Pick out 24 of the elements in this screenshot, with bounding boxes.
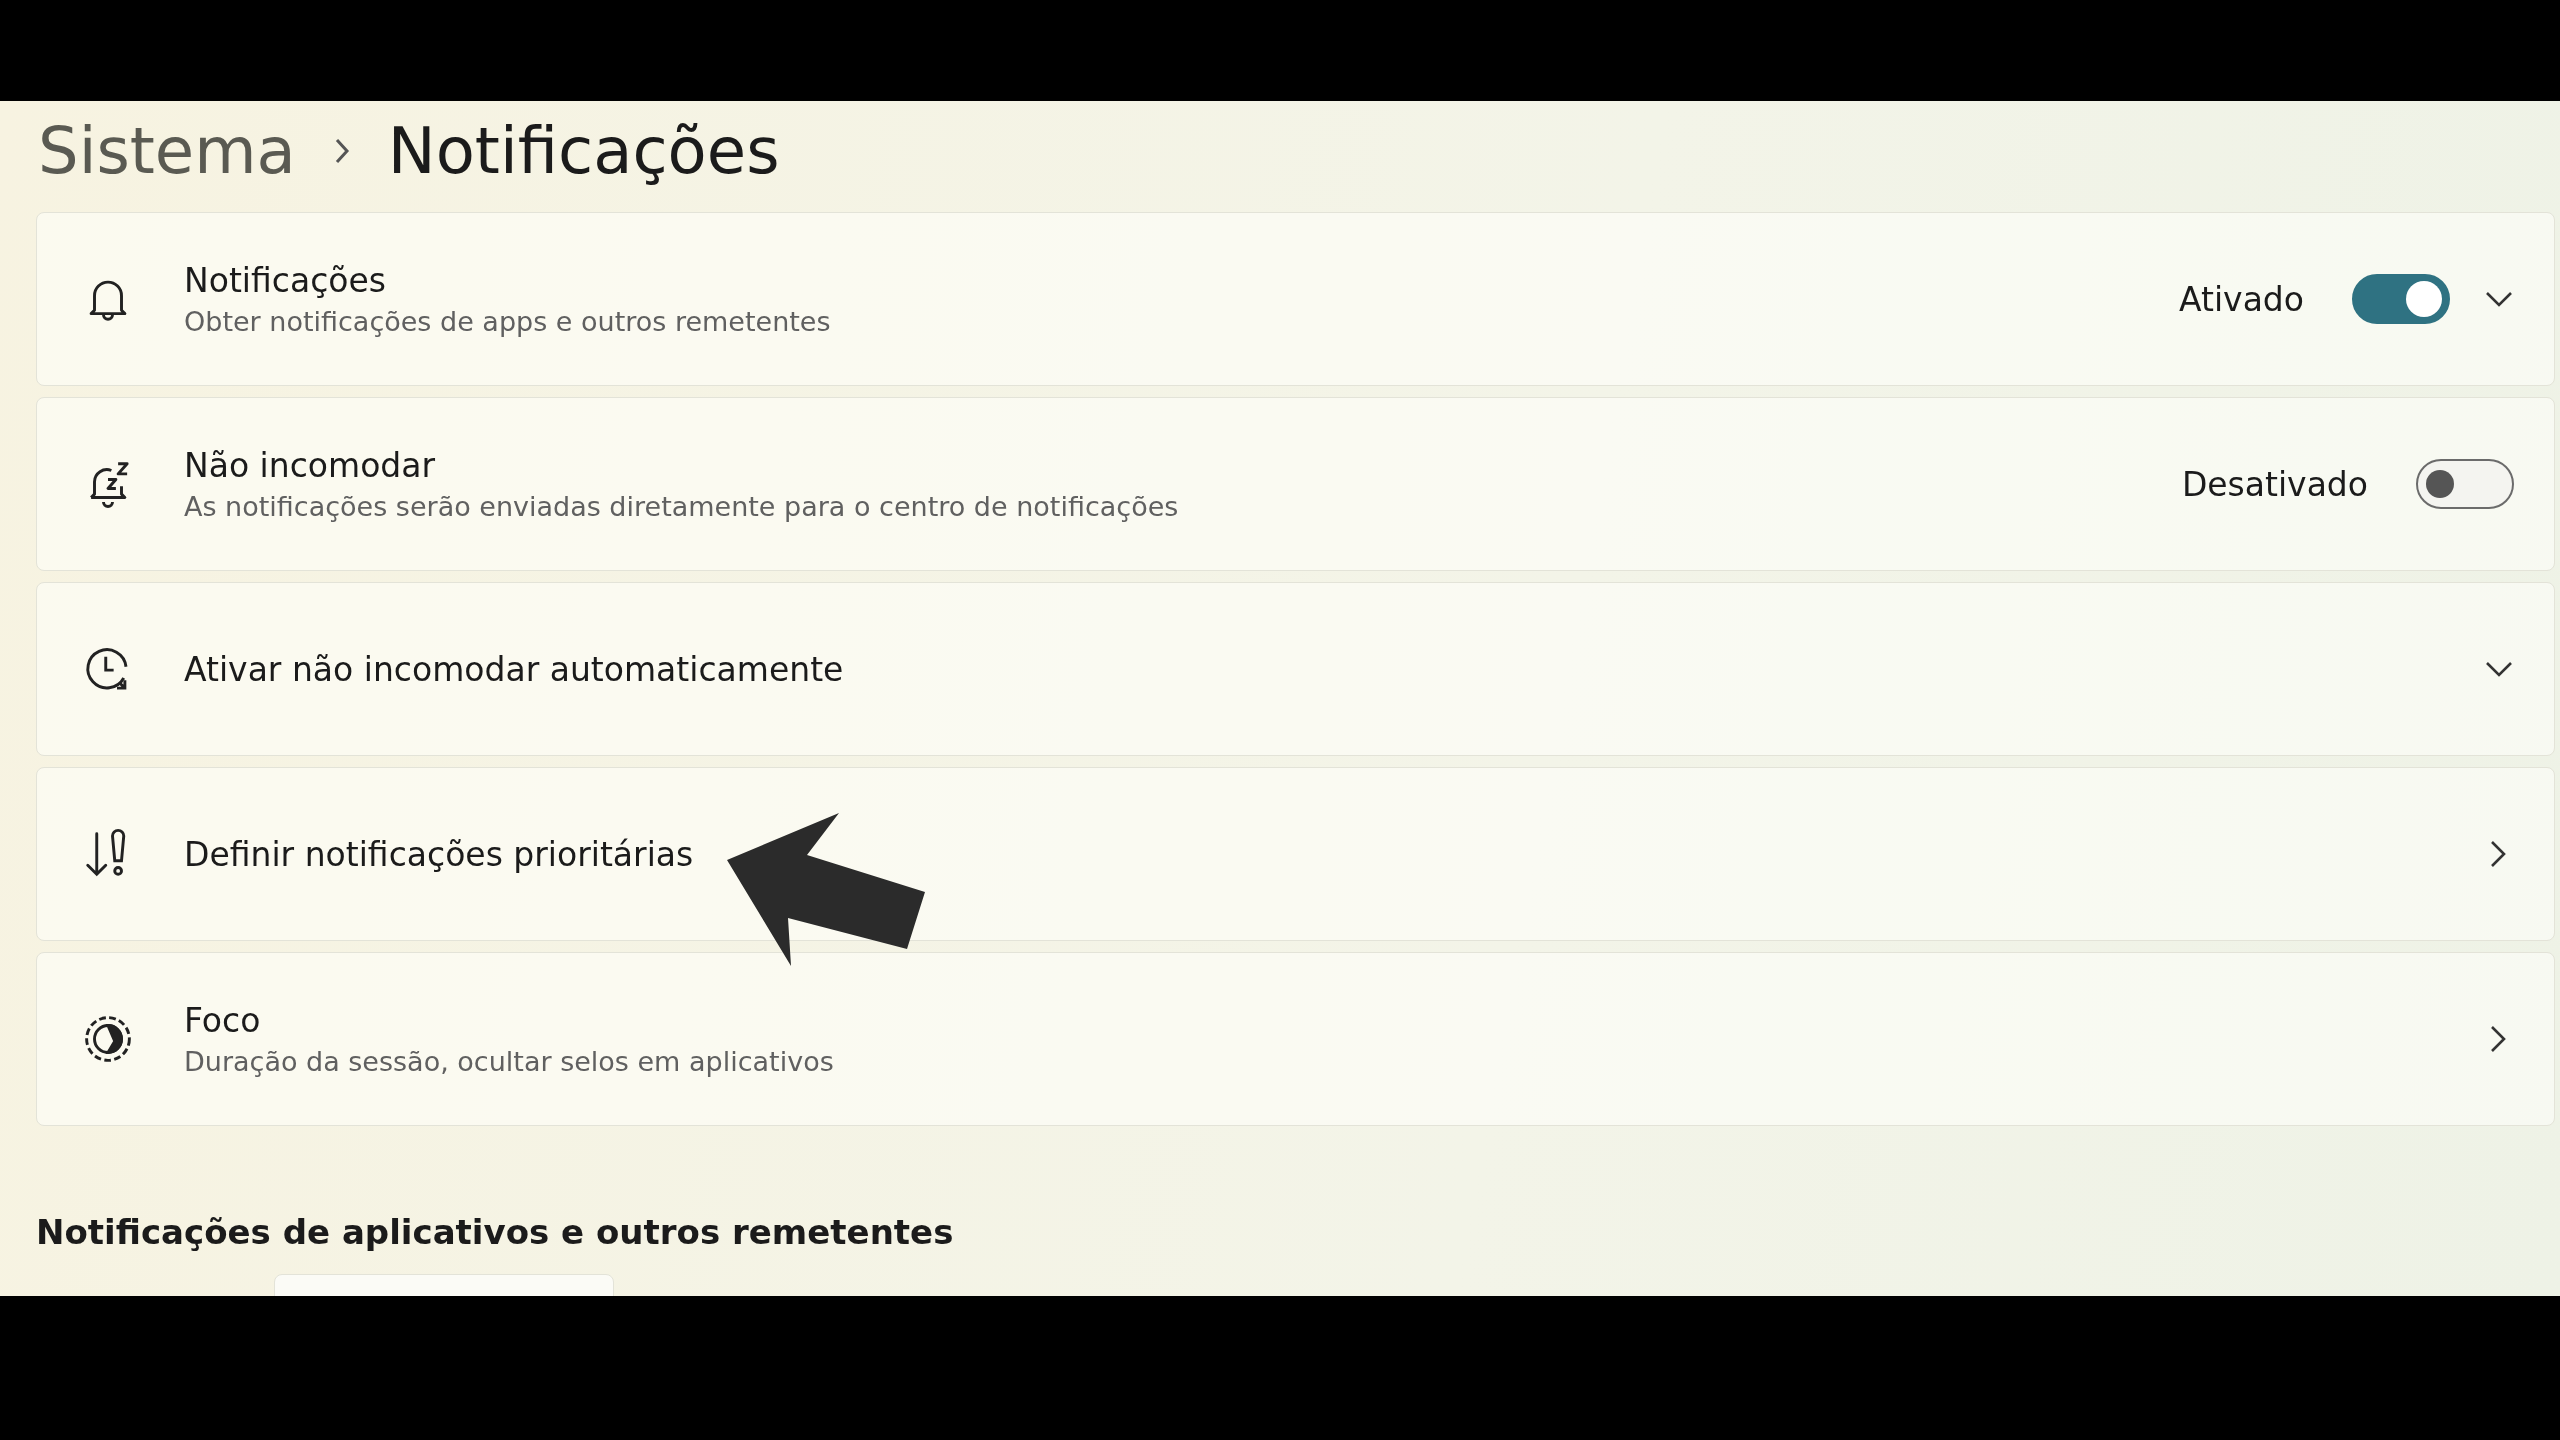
- chevron-right-icon[interactable]: [2488, 1024, 2508, 1054]
- breadcrumb-item: Notificações: [387, 119, 780, 183]
- settings-card[interactable]: Foco Duração da sessão, ocultar selos em aplicativos: [36, 952, 2555, 1126]
- setting-description: As notificações serão enviadas diretamente para o centro de notificações: [184, 491, 1180, 522]
- breadcrumb-item[interactable]: Sistema: [38, 119, 296, 183]
- settings-card[interactable]: Não incomodar As notificações serão enviadas diretamente para o centro de notificações Desativado: [36, 397, 2555, 571]
- toggle-status: Desativado: [2181, 464, 2368, 504]
- section-heading: Notificações de aplicativos e outros remetentes: [36, 1212, 955, 1252]
- setting-description: Duração da sessão, ocultar selos em aplicativos: [184, 1046, 835, 1077]
- setting-title: Foco: [184, 1001, 262, 1040]
- settings-card[interactable]: Ativar não incomodar automaticamente: [36, 582, 2555, 756]
- chevron-down-icon[interactable]: [2484, 289, 2514, 309]
- setting-title: Não incomodar: [184, 446, 437, 485]
- setting-title: Definir notificações prioritárias: [184, 834, 695, 874]
- setting-title: Ativar não incomodar automaticamente: [184, 649, 845, 689]
- toggle-switch[interactable]: [2416, 459, 2514, 509]
- setting-description: Obter notificações de apps e outros remetentes: [184, 306, 832, 337]
- settings-card[interactable]: Definir notificações prioritárias: [36, 767, 2555, 941]
- toggle-status: Ativado: [2179, 279, 2304, 319]
- setting-title: Notificações: [184, 261, 387, 300]
- settings-card[interactable]: Notificações Obter notificações de apps e outros remetentes Ativado: [36, 212, 2555, 386]
- toggle-switch[interactable]: [2352, 274, 2450, 324]
- chevron-right-icon[interactable]: [2488, 839, 2508, 869]
- chevron-down-icon[interactable]: [2484, 659, 2514, 679]
